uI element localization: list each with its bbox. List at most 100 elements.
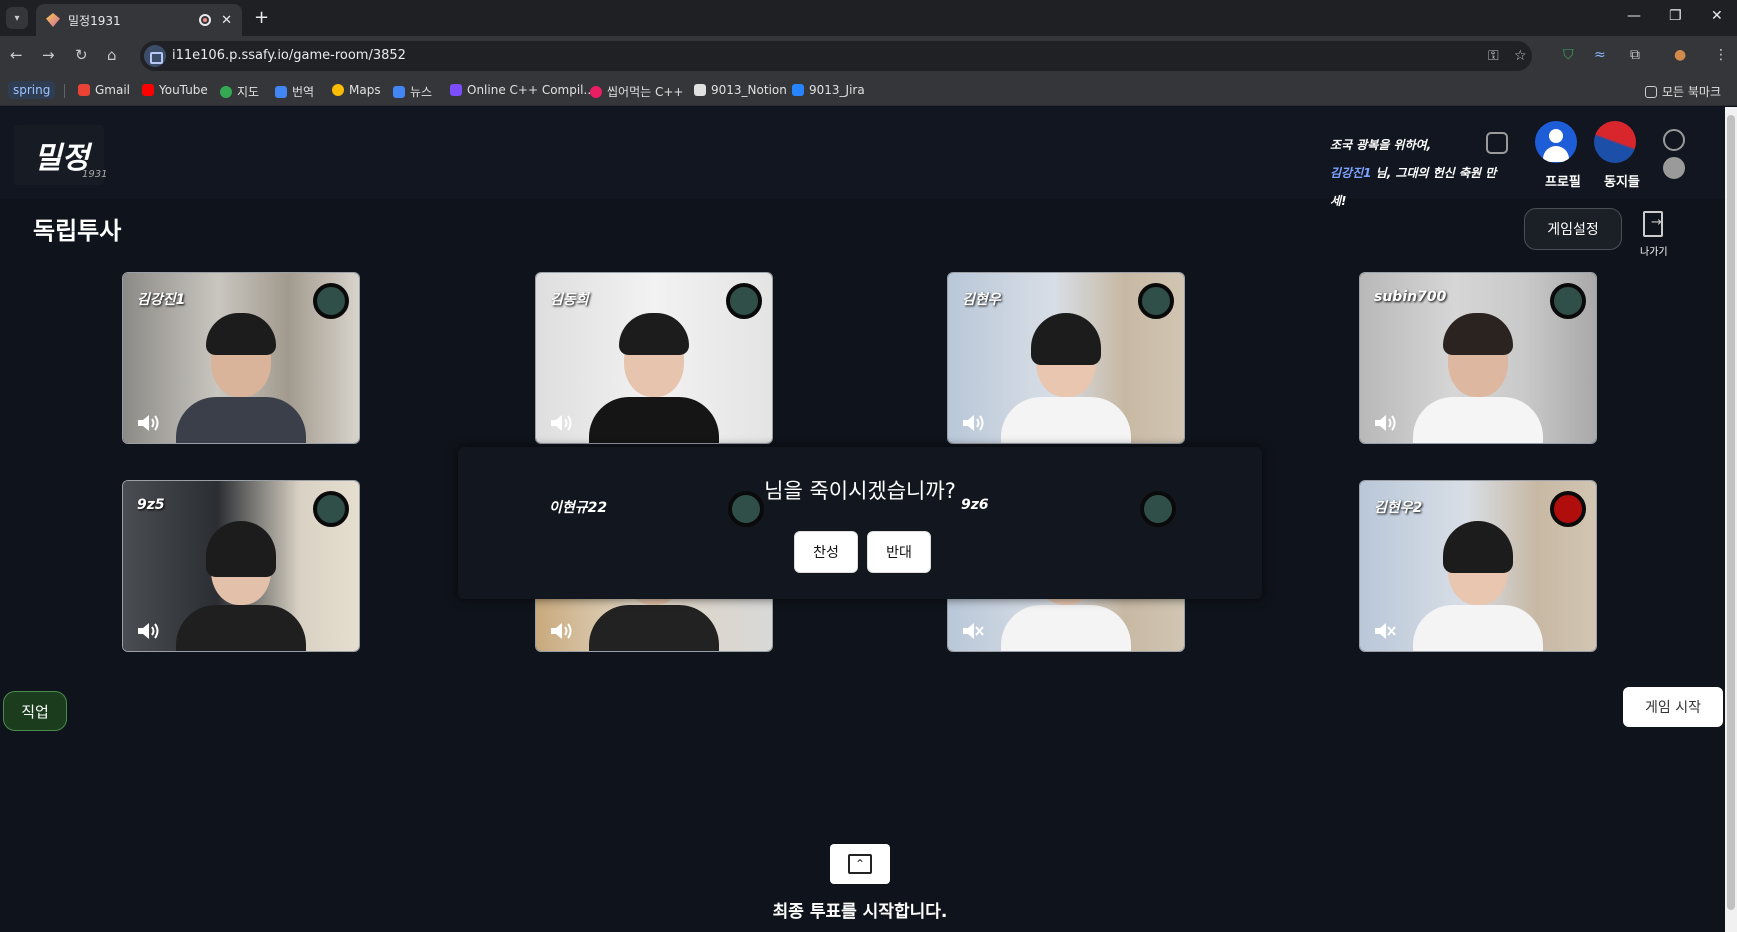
bookmark-youtube[interactable]: YouTube: [142, 83, 208, 97]
player-video-tile[interactable]: 김현우: [947, 272, 1185, 444]
role-button[interactable]: 직업: [3, 691, 67, 731]
bookmark-map[interactable]: 지도: [220, 83, 259, 100]
player-status-indicator[interactable]: [313, 283, 349, 319]
password-key-icon[interactable]: ⚿: [1488, 48, 1499, 64]
agree-button[interactable]: 찬성: [794, 531, 858, 573]
player-video-tile[interactable]: subin700: [1359, 272, 1597, 444]
site-favicon-icon: [46, 13, 60, 27]
tab-search-button[interactable]: ▾: [6, 7, 28, 29]
exit-door-icon[interactable]: [1643, 211, 1663, 237]
profile-avatar-icon[interactable]: [1535, 121, 1577, 163]
minimize-button[interactable]: —: [1627, 8, 1641, 24]
address-bar[interactable]: i11e106.p.ssafy.io/game-room/3852 ⚿ ☆: [140, 41, 1532, 71]
window-close-button[interactable]: ✕: [1711, 8, 1723, 24]
speaker-on-icon[interactable]: [1373, 413, 1397, 433]
game-start-button[interactable]: 게임 시작: [1623, 687, 1723, 727]
player-video-tile[interactable]: 김동희: [535, 272, 773, 444]
comrades-label[interactable]: 동지들: [1604, 171, 1640, 190]
player-name: 김현우2: [1374, 500, 1423, 516]
taegeuk-comrades-icon[interactable]: [1594, 121, 1636, 163]
bookmark-translate[interactable]: 번역: [275, 83, 314, 100]
bookmark-jira[interactable]: 9013_Jira: [792, 83, 865, 97]
player-name: 김현우: [962, 292, 1001, 308]
disagree-button[interactable]: 반대: [867, 531, 931, 573]
slogan: 조국 광복을 위하여, 김강진1 님, 그대의 헌신 축원 만세!: [1330, 138, 1497, 208]
browser-tab[interactable]: 밀정1931 ✕: [36, 4, 242, 36]
player-status-indicator[interactable]: [726, 283, 762, 319]
home-button[interactable]: ⌂: [107, 46, 117, 64]
profile-label[interactable]: 프로필: [1545, 171, 1581, 190]
player-video-tile[interactable]: 김현우2: [1359, 480, 1597, 652]
speaker-on-icon[interactable]: [549, 621, 573, 641]
player-status-indicator[interactable]: [313, 491, 349, 527]
double-chevron-up-icon: ⌃: [848, 854, 872, 874]
bookmark-maps[interactable]: Maps: [332, 83, 381, 97]
player-status-indicator-targeted[interactable]: [1550, 491, 1586, 527]
room-title: 독립투사: [33, 217, 122, 245]
translate-extension-icon[interactable]: ≈: [1594, 47, 1606, 63]
player-name: 9z6: [961, 497, 989, 513]
bookmark-notion[interactable]: 9013_Notion: [694, 83, 787, 97]
speaker-muted-icon[interactable]: [1373, 621, 1397, 641]
cpp-logo-icon: [590, 85, 602, 98]
forward-button[interactable]: →: [42, 46, 55, 64]
player-video-tile[interactable]: 김강진1: [122, 272, 360, 444]
final-vote-notice: 최종 투표를 시작합니다.: [772, 902, 948, 922]
player-name: 이현규22: [549, 500, 608, 516]
recording-icon: [199, 14, 212, 26]
jira-icon: [792, 84, 804, 96]
bookmark-news[interactable]: 뉴스: [393, 83, 432, 100]
url-text: i11e106.p.ssafy.io/game-room/3852: [172, 48, 406, 63]
map-pin-icon: [220, 85, 232, 98]
bookmarks-bar: spring Gmail YouTube 지도 번역 Maps 뉴스 Onlin…: [0, 76, 1737, 106]
youtube-icon: [142, 84, 154, 96]
game-room-app: 밀정 1931 조국 광복을 위하여, 김강진1 님, 그대의 헌신 축원 만세…: [0, 107, 1725, 932]
exit-label[interactable]: 나가기: [1640, 243, 1668, 258]
speaker-muted-icon[interactable]: [961, 621, 985, 641]
maps-pin-icon: [332, 84, 344, 96]
app-logo[interactable]: 밀정 1931: [14, 125, 107, 185]
new-tab-button[interactable]: +: [254, 7, 269, 28]
news-icon: [393, 85, 405, 98]
sound-icon[interactable]: [1663, 157, 1685, 179]
gmail-icon: [78, 84, 90, 96]
logout-icon[interactable]: [1486, 132, 1508, 154]
settings-circle-icon[interactable]: [1663, 129, 1685, 151]
restore-button[interactable]: ❐: [1669, 8, 1682, 24]
speaker-on-icon[interactable]: [549, 413, 573, 433]
extensions-puzzle-icon[interactable]: ⧉: [1630, 47, 1640, 63]
player-name: 9z5: [137, 497, 165, 513]
back-button[interactable]: ←: [10, 46, 23, 64]
game-settings-button[interactable]: 게임설정: [1524, 208, 1622, 250]
reload-button[interactable]: ↻: [75, 46, 88, 64]
player-name: 김강진1: [137, 292, 186, 308]
site-info-icon[interactable]: [144, 45, 166, 67]
scrollbar-thumb[interactable]: [1727, 115, 1735, 910]
user-avatar-icon[interactable]: ●: [1674, 47, 1686, 63]
adblock-shield-icon[interactable]: ⛉: [1563, 47, 1574, 63]
bookmark-folder-spring[interactable]: spring: [8, 81, 56, 99]
notion-icon: [694, 84, 706, 96]
speaker-on-icon[interactable]: [136, 413, 160, 433]
page-scrollbar[interactable]: [1725, 107, 1737, 932]
bookmark-cpp-book[interactable]: 씹어먹는 C++: [590, 83, 683, 100]
bookmark-online-cpp[interactable]: Online C++ Compil...: [450, 83, 595, 97]
player-status-indicator[interactable]: [1138, 283, 1174, 319]
app-header: 밀정 1931 조국 광복을 위하여, 김강진1 님, 그대의 헌신 축원 만세…: [0, 107, 1725, 208]
speaker-on-icon[interactable]: [961, 413, 985, 433]
player-status-indicator[interactable]: [728, 491, 764, 527]
tab-close-icon[interactable]: ✕: [221, 13, 232, 28]
player-status-indicator[interactable]: [1140, 491, 1176, 527]
browser-tab-strip: ▾ 밀정1931 ✕ + — ❐ ✕: [0, 0, 1737, 36]
player-video-tile[interactable]: 9z5: [122, 480, 360, 652]
speaker-on-icon[interactable]: [136, 621, 160, 641]
bookmark-star-icon[interactable]: ☆: [1514, 48, 1527, 64]
lightning-icon: [450, 84, 462, 96]
bookmark-separator: [64, 84, 65, 98]
all-bookmarks[interactable]: 모든 북마크: [1645, 83, 1721, 100]
player-status-indicator[interactable]: [1550, 283, 1586, 319]
bookmark-gmail[interactable]: Gmail: [78, 83, 130, 97]
browser-menu-icon[interactable]: ⋮: [1714, 47, 1728, 63]
browser-toolbar: ← → ↻ ⌂ i11e106.p.ssafy.io/game-room/385…: [0, 36, 1737, 76]
expand-panel-button[interactable]: ⌃: [830, 844, 890, 884]
